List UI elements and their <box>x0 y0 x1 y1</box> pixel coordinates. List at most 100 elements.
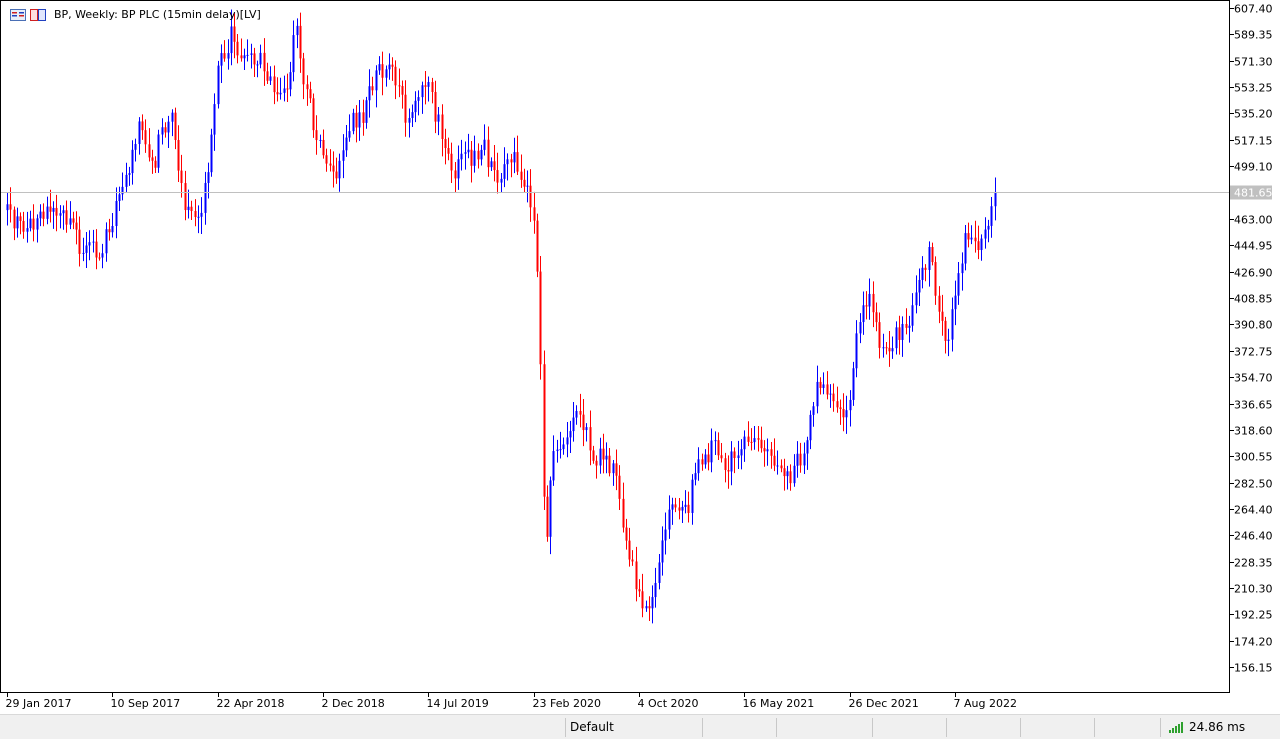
candle-body-bear <box>789 471 792 484</box>
candle-body-bear <box>329 163 332 166</box>
candle-body-bull <box>138 121 141 145</box>
candle-body-bull <box>385 69 388 78</box>
candle-body-bear <box>55 207 58 216</box>
chart-title-bar: BP, Weekly: BP PLC (15min delay)[LV] <box>10 7 261 23</box>
candle-body-bull <box>161 127 164 135</box>
candle-body-bull <box>957 273 960 296</box>
candle-body-bull <box>684 504 687 507</box>
candle-body-bull <box>128 173 131 175</box>
candle-body-bull <box>918 279 921 293</box>
price-tick-label: 571.30 <box>1234 56 1273 69</box>
connection-signal-icon[interactable] <box>1168 721 1184 733</box>
time-axis[interactable]: 29 Jan 2017 10 Sep 2017 22 Apr 2018 2 Dec 2… <box>6 693 1017 710</box>
chart-window-icon[interactable] <box>10 9 26 21</box>
price-chart[interactable]: 481.65 607.40 589.35 571.30 553.25 535.20 517… <box>0 0 1280 714</box>
candle-body-bear <box>533 207 536 221</box>
price-tick-label: 354.70 <box>1234 372 1273 385</box>
candle-body-bear <box>266 71 269 81</box>
candle-body-bull <box>243 55 246 59</box>
candle-body-bear <box>780 465 783 469</box>
chart-symbol-title: BP, Weekly: BP PLC (15min delay)[LV] <box>54 8 261 21</box>
trade-book-icon[interactable] <box>30 9 46 21</box>
time-tick-label: 16 May 2021 <box>743 697 815 710</box>
candle-body-bear <box>309 89 312 99</box>
candle-body-bear <box>783 468 786 477</box>
candle-body-bear <box>72 218 75 223</box>
candle-body-bull <box>101 253 104 258</box>
candle-body-bear <box>447 148 450 154</box>
candle-body-bear <box>450 153 453 171</box>
price-tick-label: 228.35 <box>1234 557 1273 570</box>
candle-body-bear <box>934 262 937 296</box>
candle-body-bull <box>803 453 806 466</box>
price-tick-label: 246.40 <box>1234 530 1273 543</box>
candle-body-bull <box>121 186 124 195</box>
candle-body-bull <box>951 309 954 340</box>
candle-body-bull <box>490 161 493 168</box>
candle-body-bear <box>878 322 881 348</box>
price-tick-label: 553.25 <box>1234 82 1273 95</box>
candle-body-bull <box>605 455 608 460</box>
price-tick-label: 318.60 <box>1234 425 1273 438</box>
candle-body-bull <box>849 399 852 411</box>
candle-body-bull <box>697 459 700 474</box>
candle-body-bull <box>911 305 914 326</box>
candle-body-bear <box>770 449 773 456</box>
candle-body-bull <box>187 206 190 211</box>
candle-body-bear <box>273 76 276 93</box>
candle-body-bear <box>394 66 397 86</box>
chart-window[interactable]: 481.65 607.40 589.35 571.30 553.25 535.20 517… <box>0 0 1280 714</box>
candle-body-bear <box>733 451 736 458</box>
candle-body-bear <box>832 393 835 402</box>
candle-body-bear <box>938 295 941 312</box>
status-separator <box>1094 718 1095 737</box>
candle-body-bull <box>69 218 72 225</box>
candle-body-bull <box>427 82 430 87</box>
candle-body-bull <box>599 448 602 466</box>
candle-body-bear <box>520 171 523 180</box>
candle-body-bear <box>589 427 592 451</box>
price-axis[interactable]: 607.40 589.35 571.30 553.25 535.20 517.15 499.… <box>1230 3 1273 675</box>
price-tick-label: 300.55 <box>1234 451 1273 464</box>
price-tick-label: 372.75 <box>1234 346 1273 359</box>
candle-body-bear <box>13 209 16 229</box>
candle-body-bear <box>381 64 384 78</box>
candle-body-bull <box>845 410 848 418</box>
candle-body-bear <box>253 53 256 65</box>
candle-body-bull <box>105 229 108 254</box>
candle-body-bull <box>681 506 684 511</box>
candle-body-bear <box>194 210 197 218</box>
candle-body-bull <box>654 582 657 598</box>
candle-body-bear <box>22 220 25 232</box>
candle-body-bear <box>487 139 490 168</box>
candle-body-bear <box>371 86 374 91</box>
profile-name[interactable]: Default <box>570 720 614 734</box>
candle-body-bull <box>319 139 322 141</box>
candle-body-bull <box>947 339 950 341</box>
candle-body-bull <box>984 229 987 239</box>
candle-body-bear <box>622 498 625 528</box>
candle-body-bull <box>559 449 562 451</box>
candle-body-bear <box>233 26 236 42</box>
candle-body-bull <box>829 393 832 395</box>
candle-body-bull <box>526 185 529 187</box>
candle-body-bear <box>493 161 496 171</box>
candle-body-bull <box>908 325 911 328</box>
candle-body-bear <box>299 25 302 59</box>
candle-body-bear <box>724 458 727 471</box>
candle-body-bull <box>658 562 661 583</box>
candle-body-bear <box>635 561 638 590</box>
price-tick-label: 282.50 <box>1234 478 1273 491</box>
price-tick-label: 210.30 <box>1234 583 1273 596</box>
candle-body-bull <box>289 72 292 90</box>
candle-body-bear <box>263 52 266 72</box>
candle-body-bull <box>891 348 894 352</box>
candle-body-bull <box>895 327 898 349</box>
candle-body-bull <box>661 540 664 563</box>
candle-body-bull <box>26 228 29 232</box>
candle-body-bull <box>994 191 997 207</box>
candle-body-bear <box>641 591 644 609</box>
price-tick-label: 444.95 <box>1234 240 1273 253</box>
candle-body-bear <box>944 320 947 341</box>
candle-body-bear <box>931 247 934 263</box>
